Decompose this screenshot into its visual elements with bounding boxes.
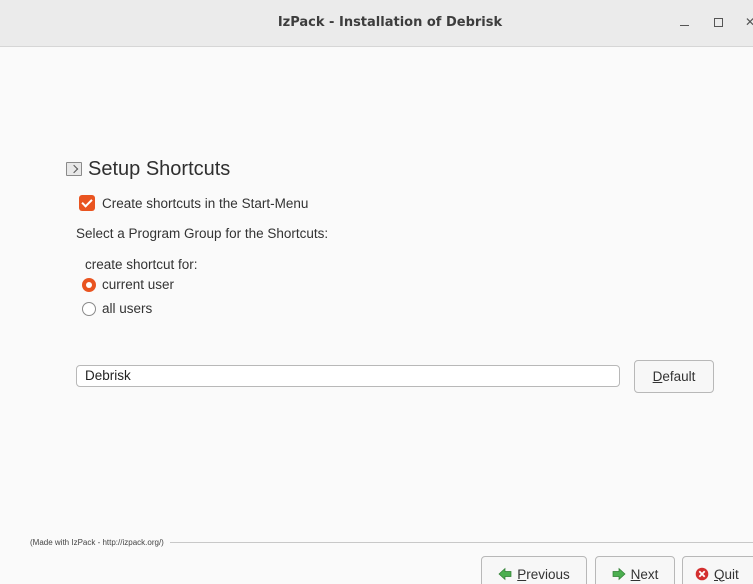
arrow-right-icon [612,567,626,581]
radio-selected-icon[interactable] [82,277,96,292]
radio-unselected-icon[interactable] [82,301,96,316]
arrow-left-icon [498,567,512,581]
radio-current-user-label: current user [102,277,175,292]
create-shortcuts-checkbox[interactable]: Create shortcuts in the Start-Menu [79,195,308,211]
create-shortcuts-label: Create shortcuts in the Start-Menu [102,195,309,211]
default-button[interactable]: Default [634,360,714,393]
shortcut-icon [66,162,82,176]
radio-current-user[interactable]: current user [82,277,174,292]
close-button[interactable]: ✕ [741,13,753,31]
izpack-credit: (Made with IzPack - http://izpack.org/) [30,538,164,547]
radio-all-users-label: all users [102,301,153,316]
maximize-icon [714,18,723,27]
quit-icon [695,567,709,581]
next-button[interactable]: Next [595,556,675,584]
default-button-label: Default [652,369,696,384]
title-bar: IzPack - Installation of Debrisk ✕ [0,0,753,47]
panel-heading: Setup Shortcuts [66,156,230,182]
program-group-input[interactable]: Debrisk [76,365,620,387]
minimize-icon [680,25,689,26]
next-label: Next [630,566,659,582]
checkbox-checked-icon[interactable] [79,195,95,211]
quit-button[interactable]: Quit [682,556,753,584]
footer-divider [169,542,753,543]
program-group-label: Select a Program Group for the Shortcuts… [76,226,329,241]
create-for-label: create shortcut for: [85,257,198,272]
footer-credit: (Made with IzPack - http://izpack.org/) [30,538,753,547]
maximize-button[interactable] [709,13,727,31]
close-icon: ✕ [744,15,753,29]
minimize-button[interactable] [676,13,694,31]
panel-title: Setup Shortcuts [88,157,231,180]
previous-button[interactable]: Previous [481,556,587,584]
quit-label: Quit [714,566,739,582]
radio-all-users[interactable]: all users [82,301,152,316]
window-title: IzPack - Installation of Debrisk [277,15,503,30]
shortcut-panel: Setup Shortcuts Create shortcuts in the … [0,47,753,584]
installer-window: IzPack - Installation of Debrisk ✕ Setup… [0,0,753,584]
previous-label: Previous [517,566,570,582]
